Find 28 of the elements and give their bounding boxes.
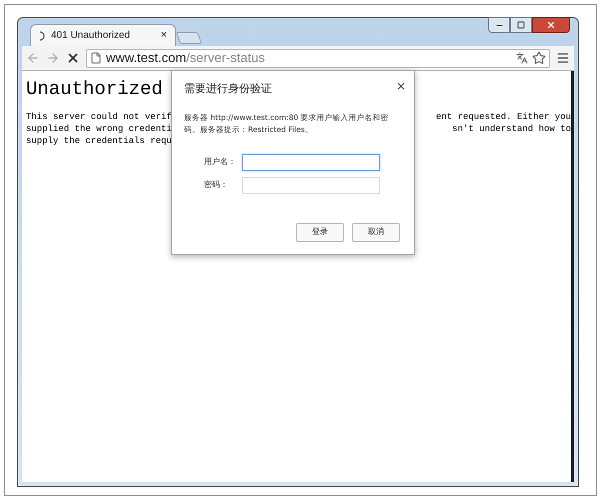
body-text: sn't understand how to <box>452 123 571 135</box>
tab-close-button[interactable]: × <box>160 27 167 44</box>
browser-tab[interactable]: 401 Unauthorized × <box>30 24 176 46</box>
field-label: 密码： <box>203 179 229 191</box>
stop-icon[interactable] <box>66 51 80 65</box>
dialog-title: 需要进行身份验证 <box>184 81 272 97</box>
menu-icon[interactable] <box>556 51 570 65</box>
close-window-button[interactable] <box>532 17 570 33</box>
address-bar[interactable]: www.test.com/server-status <box>86 48 550 68</box>
url-path: /server-status <box>186 50 265 66</box>
maximize-button[interactable] <box>510 17 532 33</box>
page-heading: Unauthorized <box>26 77 163 101</box>
dialog-close-button[interactable]: × <box>396 81 406 91</box>
body-text: This server could not verif <box>26 111 172 123</box>
page-icon <box>90 52 102 64</box>
maximize-icon <box>517 21 525 29</box>
url-host: www.test.com <box>106 50 186 66</box>
body-text: ent requested. Either you <box>436 111 571 123</box>
close-icon <box>546 20 556 30</box>
body-text: supplied the wrong credenti <box>26 123 172 135</box>
star-icon[interactable] <box>532 51 546 65</box>
tab-title: 401 Unauthorized <box>51 29 131 43</box>
body-text: supply the credentials requ <box>26 135 172 147</box>
input-field[interactable] <box>242 154 380 170</box>
dialog-button[interactable]: 登录 <box>296 222 344 242</box>
translate-icon[interactable] <box>516 52 528 64</box>
dialog-button[interactable]: 取消 <box>352 222 400 242</box>
field-label: 用户名： <box>203 156 237 168</box>
